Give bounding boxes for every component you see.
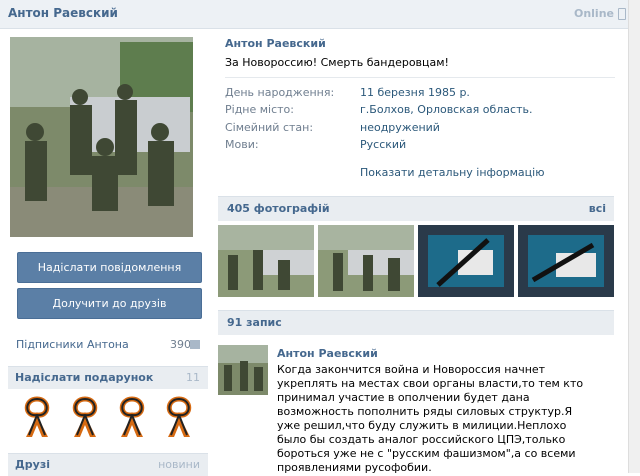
profile-name[interactable]: Антон Раевский [225, 37, 326, 50]
scrollbar[interactable] [628, 0, 640, 473]
friends-news-link[interactable]: новини [158, 458, 200, 471]
people-icon [190, 340, 200, 349]
photos-title[interactable]: 405 фотографій [227, 202, 330, 215]
languages-label: Мови: [225, 138, 259, 151]
photos-header[interactable]: 405 фотографій всі [218, 196, 614, 221]
gift-ribbon-icon[interactable] [162, 395, 196, 439]
friends-title[interactable]: Друзі [15, 458, 50, 471]
photo-thumbnail[interactable] [518, 225, 614, 297]
gift-ribbon-icon[interactable] [115, 395, 149, 439]
hometown-label: Рідне місто: [225, 103, 294, 116]
followers-count: 390 [170, 338, 191, 351]
hometown-value[interactable]: г.Болхов, Орловская область. [360, 103, 532, 116]
languages-value[interactable]: Русский [360, 138, 406, 151]
gift-ribbon-icon[interactable] [20, 395, 54, 439]
profile-photo[interactable] [10, 37, 193, 237]
top-bar-name[interactable]: Антон Раевский [8, 6, 118, 20]
photo-thumbnail[interactable] [218, 225, 314, 297]
photos-all-link[interactable]: всі [589, 202, 606, 215]
gift-ribbon-icon[interactable] [68, 395, 102, 439]
post-author[interactable]: Антон Раевский [277, 347, 378, 360]
gifts-title[interactable]: Надіслати подарунок [15, 371, 153, 384]
followers-link[interactable]: Підписники Антона [16, 338, 129, 351]
profile-top-bar: Антон Раевский Online [0, 0, 628, 29]
gifts-header[interactable]: Надіслати подарунок 11 [8, 366, 208, 389]
gifts-count: 11 [186, 371, 200, 384]
online-status: Online [573, 7, 614, 20]
divider [225, 77, 615, 78]
send-message-button[interactable]: Надіслати повідомлення [17, 252, 202, 283]
post-avatar[interactable] [218, 345, 268, 395]
wall-header[interactable]: 91 запис [218, 310, 614, 335]
profile-status: За Новороссию! Смерть бандеровцам! [225, 56, 449, 69]
photo-thumbnail[interactable] [418, 225, 514, 297]
mobile-icon [618, 8, 626, 20]
wall-title[interactable]: 91 запис [227, 316, 282, 329]
relationship-label: Сімейний стан: [225, 121, 314, 134]
add-friend-button[interactable]: Долучити до друзів [17, 288, 202, 319]
post-text: Когда закончится война и Новороссия начн… [277, 363, 584, 474]
relationship-value[interactable]: неодружений [360, 121, 440, 134]
photo-thumbnail[interactable] [318, 225, 414, 297]
birthday-label: День народження: [225, 86, 335, 99]
show-details-link[interactable]: Показати детальну інформацію [360, 166, 544, 179]
birthday-value[interactable]: 11 березня 1985 р. [360, 86, 470, 99]
